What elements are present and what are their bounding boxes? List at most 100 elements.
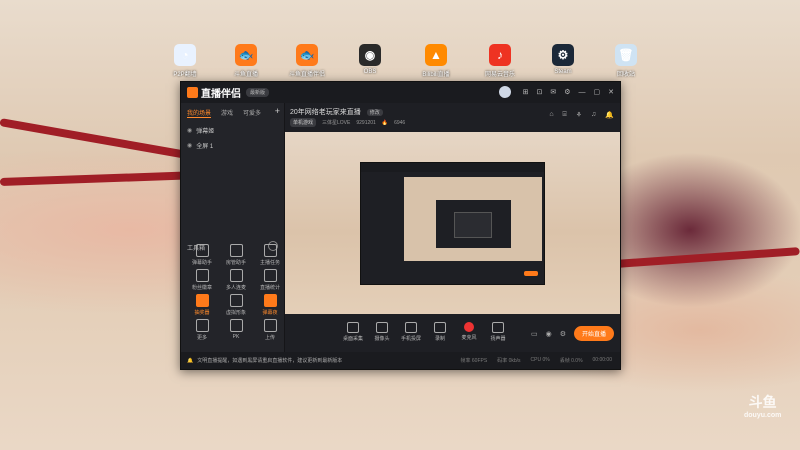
toolbox-item[interactable]: 粉丝徽章 (185, 269, 219, 291)
toolbox-item[interactable]: 更多 (185, 319, 219, 341)
tool-icon (229, 269, 243, 282)
control-button[interactable]: 扬声器 (485, 322, 511, 342)
tool-icon (263, 294, 277, 307)
control-button[interactable]: 麦克风 (456, 322, 482, 342)
toolbox-item[interactable]: 主播任务 (253, 244, 287, 266)
bell-icon[interactable]: 🔔 (605, 111, 614, 119)
app-icon: ⚙ (552, 44, 574, 66)
app-icon: ♪ (489, 44, 511, 66)
toolbox-item[interactable]: 弹幕夜 (253, 294, 287, 316)
watermark-domain: douyu.com (744, 412, 782, 419)
source-item[interactable]: ◉ 弹幕姬 (181, 123, 284, 138)
close-icon[interactable]: ✕ (608, 88, 614, 96)
room-info: 单机游戏 三体星LOVE 9291201 🔥 6946 (290, 118, 405, 127)
desktop-icon[interactable]: ◔ P2P翻墙 (165, 44, 205, 78)
control-icon (347, 322, 359, 333)
control-label: 桌面采集 (342, 336, 363, 342)
tab-cute[interactable]: 可爱多 (243, 108, 261, 118)
control-label: 扬声器 (490, 336, 506, 342)
fps-readout: 帧率 60FPS (460, 358, 488, 364)
title-bar[interactable]: 直播伴侣 最新版 ⊞ ⊡ ✉ ⚙ — ▢ ✕ (181, 82, 620, 103)
edit-title-button[interactable]: 修改 (366, 109, 383, 116)
desktop-icon[interactable]: ⚙ Steam (543, 44, 583, 75)
tool-icon (195, 319, 209, 332)
desktop-icon[interactable]: ♪ 网易云音乐 (480, 44, 520, 78)
main-area: 20年网络老玩家来直播 修改 单机游戏 三体星LOVE 9291201 🔥 69… (285, 103, 620, 352)
home-icon[interactable]: ⌂ (549, 111, 553, 119)
tab-my-scenes[interactable]: 我的场景 (187, 108, 212, 118)
toolbox-item[interactable]: PK (219, 319, 253, 340)
control-bar: 桌面采集 摄像头 手机投屏 录制 麦克风 扬声器 ▭ ◉ ⚙ 开始直播 (285, 317, 620, 347)
tool-icon (263, 244, 277, 257)
notice-text[interactable]: 文明直播提醒，如遇到黑屏请重启直播软件，建议更新到最新版本 (197, 357, 342, 364)
tool-icon (229, 244, 243, 257)
mail-icon[interactable]: ✉ (550, 88, 556, 96)
screen-icon[interactable]: ⊞ (523, 88, 529, 96)
eye-icon[interactable]: ◉ (546, 330, 552, 338)
eye-icon[interactable]: ◉ (187, 127, 192, 134)
toolbox-item[interactable]: 抽奖器 (185, 294, 219, 316)
control-button[interactable]: 录制 (427, 322, 453, 342)
settings-icon[interactable]: ⚙ (560, 330, 566, 338)
control-label: 麦克风 (461, 335, 477, 341)
tool-label: 多人连麦 (225, 285, 246, 291)
toolbox-item[interactable]: 直播统计 (253, 269, 287, 291)
window-controls: ⊞ ⊡ ✉ ⚙ — ▢ ✕ (498, 86, 614, 98)
avatar[interactable] (498, 86, 511, 98)
toolbox-item[interactable]: 虚拟形象 (219, 294, 253, 316)
desktop-icon[interactable]: 🐟 斗鱼直播伴侣 (287, 44, 327, 78)
app-icon: ◔ (174, 44, 196, 66)
control-icon (464, 322, 474, 332)
toolbox-item[interactable]: 房管助手 (219, 244, 253, 266)
category-chip[interactable]: 单机游戏 (290, 118, 317, 127)
desktop-icon[interactable]: ▲ Bilibili直播 (416, 44, 456, 78)
tool-label: 上传 (264, 335, 275, 341)
tab-game[interactable]: 游戏 (221, 108, 233, 118)
tool-label: 弹幕夜 (262, 310, 278, 316)
desktop-icon[interactable]: 🐟 斗鱼直播 (226, 44, 266, 78)
nested-app-window (360, 162, 545, 285)
share-icon[interactable]: ⚘ (576, 111, 582, 119)
source-name: 全屏 1 (196, 144, 214, 150)
minimize-icon[interactable]: — (579, 89, 586, 96)
room-title: 20年网络老玩家来直播 (290, 109, 361, 116)
app-icon: 🐟 (235, 44, 257, 66)
desktop-icon[interactable]: ◉ OBS (350, 44, 390, 75)
toolbox-item[interactable]: 弹幕助手 (185, 244, 219, 266)
monitor-icon[interactable]: ▭ (531, 330, 538, 338)
control-button[interactable]: 桌面采集 (340, 322, 366, 342)
tool-label: PK (232, 334, 240, 340)
desktop-icon[interactable]: 🗑 回收站 (606, 44, 646, 78)
stream-preview[interactable] (285, 132, 620, 314)
desktop-icon-label: P2P翻墙 (173, 72, 197, 78)
add-scene-button[interactable]: + (275, 106, 280, 116)
bell-icon: 🔔 (187, 357, 194, 364)
toolbox-item[interactable]: 上传 (253, 319, 287, 341)
source-item[interactable]: ◉ 全屏 1 (181, 138, 284, 153)
version-badge[interactable]: 最新版 (246, 88, 270, 97)
time-readout: 00:00:00 (592, 357, 612, 363)
source-name: 弹幕姬 (196, 129, 215, 135)
app-icon: ▲ (425, 44, 447, 66)
eye-icon[interactable]: ◉ (187, 142, 192, 149)
notice-bar: 🔔 文明直播提醒，如遇到黑屏请重启直播软件，建议更新到最新版本 帧率 60FPS… (181, 352, 620, 369)
gift-icon[interactable]: ⌸ (563, 111, 567, 119)
tool-label: 主播任务 (259, 260, 280, 266)
control-button[interactable]: 手机投屏 (398, 322, 424, 342)
window-icon[interactable]: ⊡ (536, 88, 542, 96)
desktop-icon-label: 斗鱼直播伴侣 (288, 72, 325, 78)
desktop-icon-label: Bilibili直播 (422, 72, 450, 78)
control-icon (434, 322, 446, 333)
maximize-icon[interactable]: ▢ (594, 88, 601, 96)
nested-title-bar (361, 163, 544, 172)
start-live-button[interactable]: 开始直播 (573, 326, 614, 341)
control-button[interactable]: 摄像头 (369, 322, 395, 342)
toolbox-item[interactable]: 多人连麦 (219, 269, 253, 291)
scene-tabs: 我的场景 游戏 可爱多 (181, 103, 284, 123)
tool-icon (229, 319, 243, 332)
music-icon[interactable]: ♫ (591, 111, 596, 119)
app-title: 直播伴侣 (201, 89, 241, 100)
settings-icon[interactable]: ⚙ (564, 88, 570, 96)
control-icon (405, 322, 417, 333)
watermark: 斗鱼 douyu.com (744, 392, 781, 419)
